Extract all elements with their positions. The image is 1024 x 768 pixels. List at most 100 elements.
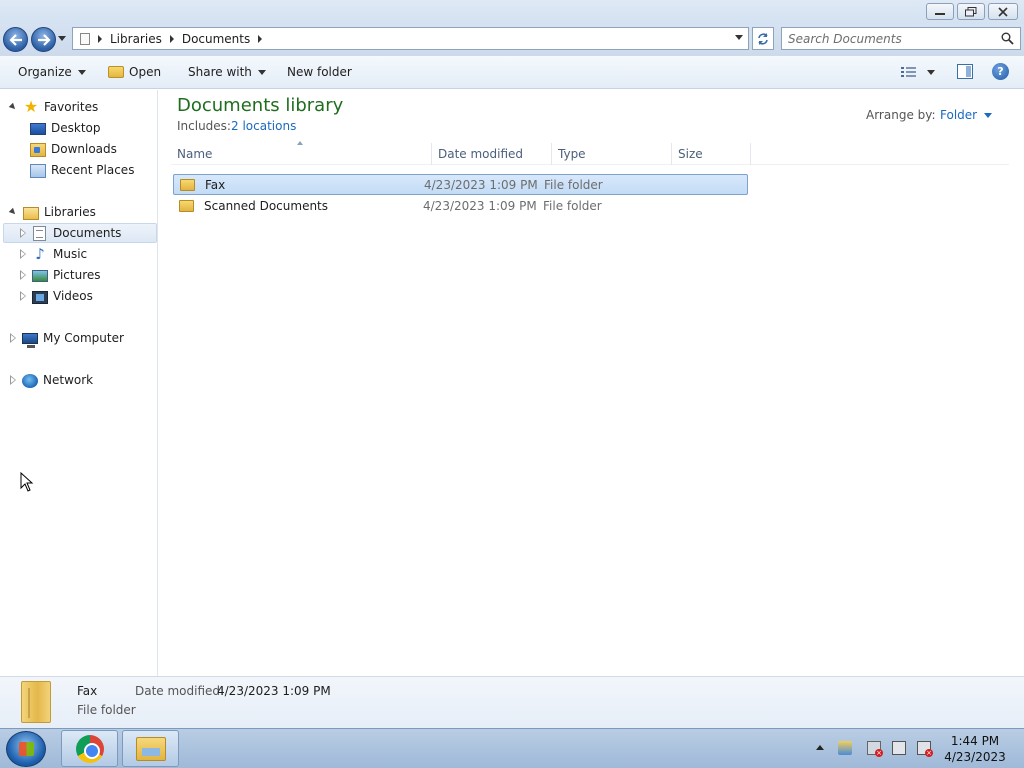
share-with-menu-button[interactable]: Share with [188, 65, 266, 79]
nav-downloads-label: Downloads [51, 142, 117, 156]
chrome-icon [76, 735, 104, 763]
mouse-cursor-icon [20, 472, 34, 492]
error-badge-icon: × [875, 749, 883, 757]
star-icon: ★ [23, 97, 39, 116]
column-size-label: Size [678, 147, 703, 161]
expand-arrow-icon[interactable] [8, 102, 18, 112]
sort-ascending-icon [297, 141, 303, 145]
back-arrow-icon [8, 33, 22, 46]
chevron-down-icon [257, 69, 266, 75]
expand-arrow-icon[interactable] [8, 207, 18, 217]
folder-icon [179, 199, 194, 212]
recent-pages-chevron-icon[interactable] [58, 36, 66, 41]
collapse-arrow-icon[interactable] [10, 375, 16, 385]
search-icon[interactable] [1001, 32, 1014, 45]
breadcrumb-libraries[interactable]: Libraries [110, 32, 162, 46]
address-location-icon [80, 32, 90, 45]
action-center-icon[interactable] [838, 741, 852, 755]
organize-label: Organize [18, 65, 72, 79]
nav-downloads[interactable]: Downloads [30, 139, 117, 159]
help-icon[interactable]: ? [992, 63, 1009, 80]
navigation-pane: ★ Favorites Desktop Downloads Recent Pla… [0, 90, 158, 676]
column-header-size[interactable]: Size [671, 143, 751, 165]
arrange-by-dropdown[interactable]: Folder [940, 108, 993, 122]
nav-music-label: Music [53, 247, 88, 261]
clock[interactable]: 1:44 PM 4/23/2023 [940, 733, 1010, 765]
close-button[interactable] [988, 3, 1018, 20]
new-folder-button[interactable]: New folder [287, 65, 352, 79]
nav-desktop[interactable]: Desktop [30, 118, 101, 138]
details-date-label: Date modified: [135, 684, 225, 698]
organize-menu-button[interactable]: Organize [18, 65, 86, 79]
column-header-type[interactable]: Type [551, 143, 671, 165]
collapse-arrow-icon[interactable] [20, 291, 26, 301]
refresh-icon [758, 32, 768, 45]
file-type: File folder [544, 177, 603, 192]
share-with-label: Share with [188, 65, 252, 79]
nav-my-computer[interactable]: My Computer [10, 328, 124, 348]
clock-date: 4/23/2023 [944, 750, 1006, 764]
restore-button[interactable] [957, 3, 985, 20]
change-view-icon[interactable] [901, 66, 917, 78]
address-history-chevron-icon[interactable] [735, 35, 743, 40]
view-options-chevron-icon[interactable] [927, 70, 935, 75]
breadcrumb-arrow-icon[interactable] [258, 34, 263, 43]
column-header-name[interactable]: Name [171, 141, 420, 165]
address-row: Libraries Documents [0, 24, 1024, 56]
forward-arrow-icon [37, 33, 51, 46]
open-label: Open [129, 65, 162, 79]
volume-icon[interactable]: × [917, 741, 933, 757]
recent-places-icon [30, 163, 46, 178]
library-locations-link[interactable]: 2 locations [231, 119, 296, 133]
error-badge-icon: × [925, 749, 933, 757]
chevron-down-icon [77, 69, 86, 75]
breadcrumb-documents[interactable]: Documents [182, 32, 250, 46]
file-list-pane: Documents library Includes: 2 locations … [159, 90, 1024, 676]
nav-documents[interactable]: Documents [3, 223, 157, 243]
nav-libraries[interactable]: Libraries [8, 202, 96, 222]
refresh-button[interactable] [752, 27, 774, 50]
minimize-button[interactable] [926, 3, 954, 20]
collapse-arrow-icon[interactable] [20, 270, 26, 280]
breadcrumb-arrow-icon[interactable] [169, 34, 174, 43]
details-name: Fax [77, 684, 98, 698]
nav-network[interactable]: Network [10, 370, 93, 390]
collapse-arrow-icon[interactable] [20, 228, 26, 238]
downloads-icon [30, 142, 46, 157]
nav-desktop-label: Desktop [51, 121, 101, 135]
nav-favorites[interactable]: ★ Favorites [8, 97, 99, 117]
folder-large-icon [21, 681, 51, 723]
taskbar: × × 1:44 PM 4/23/2023 [0, 728, 1024, 768]
nav-videos[interactable]: Videos [20, 286, 93, 306]
preview-pane-icon[interactable] [957, 64, 973, 79]
search-input[interactable] [788, 31, 993, 46]
taskbar-chrome-button[interactable] [61, 730, 118, 767]
command-bar: Organize Open Share with New folder [0, 56, 1024, 89]
column-header-date-modified[interactable]: Date modified [431, 143, 551, 165]
nav-music[interactable]: ♪ Music [20, 244, 88, 264]
address-bar[interactable]: Libraries Documents [72, 27, 749, 50]
nav-recent-places[interactable]: Recent Places [30, 160, 134, 180]
forward-button[interactable] [31, 27, 56, 52]
breadcrumb-arrow-icon[interactable] [98, 34, 102, 43]
column-name-label: Name [177, 147, 213, 161]
nav-documents-label: Documents [53, 226, 122, 240]
music-icon: ♪ [35, 245, 45, 263]
back-button[interactable] [3, 27, 28, 52]
show-hidden-icons-icon[interactable] [816, 745, 824, 750]
start-button[interactable] [6, 731, 46, 767]
taskbar-explorer-button[interactable] [122, 730, 179, 767]
collapse-arrow-icon[interactable] [20, 249, 26, 259]
file-date-modified: 4/23/2023 1:09 PM [423, 198, 537, 213]
documents-icon [33, 225, 46, 241]
network-status-icon[interactable] [892, 741, 906, 755]
minimize-icon [935, 12, 945, 15]
open-button[interactable]: Open [108, 65, 161, 79]
file-row-scanned-documents[interactable]: Scanned Documents 4/23/2023 1:09 PM File… [173, 195, 748, 216]
collapse-arrow-icon[interactable] [10, 333, 16, 343]
file-row-fax[interactable]: Fax 4/23/2023 1:09 PM File folder [173, 174, 748, 195]
nav-pictures[interactable]: Pictures [20, 265, 101, 285]
nav-favorites-label: Favorites [44, 100, 99, 114]
tray-display-icon[interactable]: × [867, 741, 883, 757]
search-box[interactable] [781, 27, 1021, 50]
